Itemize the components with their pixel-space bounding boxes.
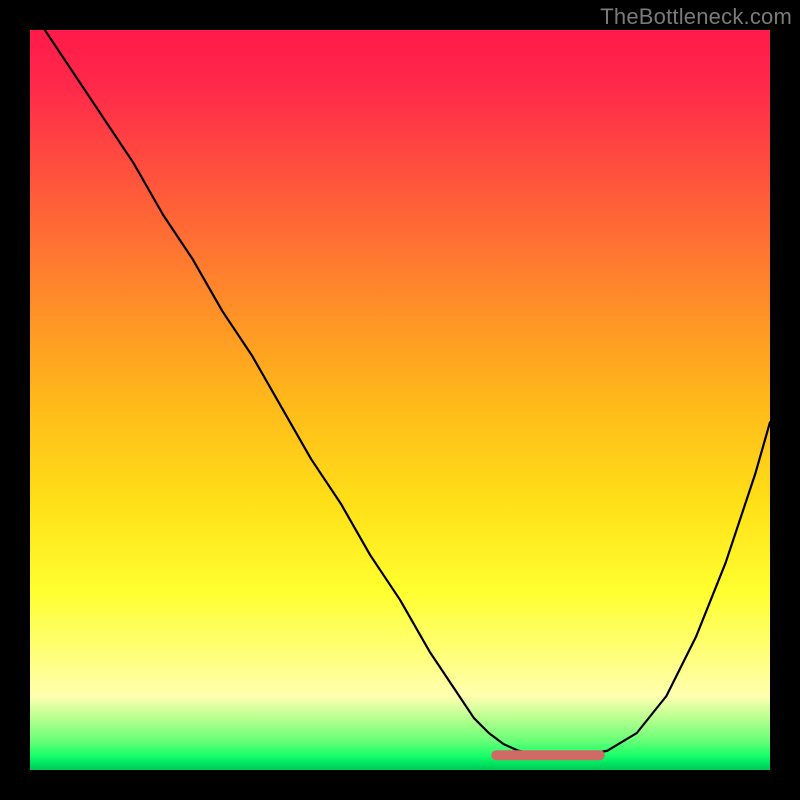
watermark-text: TheBottleneck.com bbox=[600, 4, 792, 30]
curve-path bbox=[45, 30, 770, 755]
curve-svg bbox=[30, 30, 770, 770]
plot-area bbox=[30, 30, 770, 770]
chart-container: TheBottleneck.com bbox=[0, 0, 800, 800]
